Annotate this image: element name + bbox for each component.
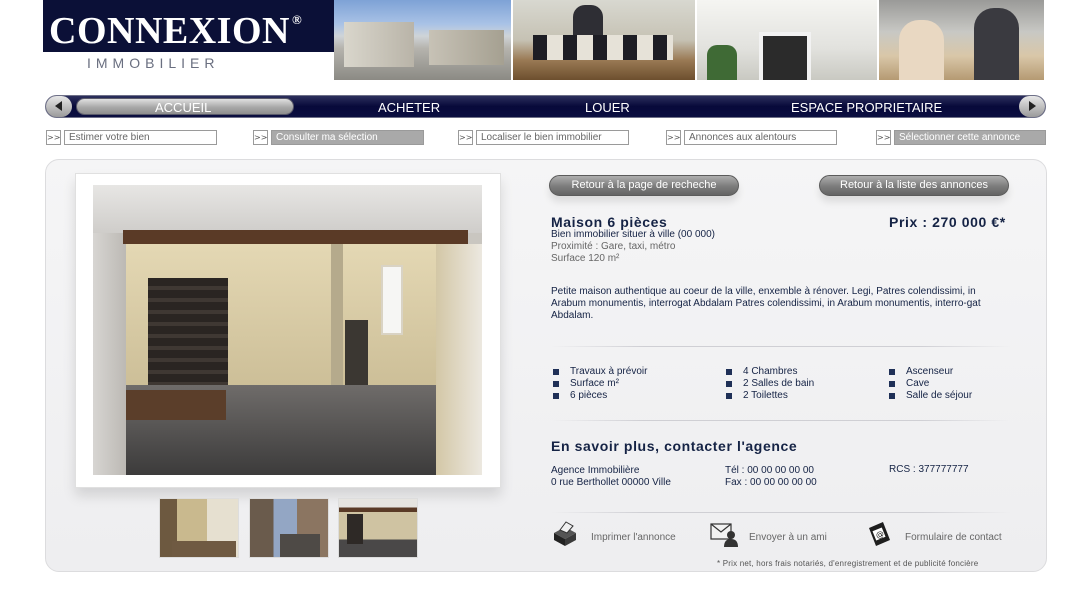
header-photo-city <box>334 0 513 80</box>
listing-surface: Surface 120 m² <box>551 253 620 264</box>
back-to-list-button[interactable]: Retour à la liste des annonces <box>819 175 1009 196</box>
listing-price: Prix : 270 000 €* <box>889 214 1006 230</box>
feature-item: 4 Chambres <box>724 366 797 377</box>
contact-form-label: Formulaire de contact <box>905 532 1002 543</box>
contact-form-button[interactable]: @ Formulaire de contact <box>865 520 1011 550</box>
listing-description: Petite maison authentique au coeur de la… <box>551 286 981 321</box>
sub-action-estimer[interactable]: >> Estimer votre bien <box>46 130 217 145</box>
header-photo-building <box>697 0 879 80</box>
page: CONNEXION ® IMMOBILIER ACCUEIL ACHETER LO… <box>0 0 1070 600</box>
feature-item: 6 pièces <box>551 390 607 401</box>
feature-item: Ascenseur <box>887 366 953 377</box>
feature-item: 2 Salles de bain <box>724 378 814 389</box>
agency-phone: Tél : 00 00 00 00 00 <box>725 465 814 476</box>
header-photo-strip <box>334 0 1046 80</box>
envelope-icon <box>710 523 738 547</box>
nav-item-acheter[interactable]: ACHETER <box>378 100 440 115</box>
nav-item-louer[interactable]: LOUER <box>585 100 630 115</box>
sub-action-localiser[interactable]: >> Localiser le bien immobilier <box>458 130 629 145</box>
sub-action-label: Localiser le bien immobilier <box>476 130 629 145</box>
logo-subtitle: IMMOBILIER <box>87 55 220 71</box>
header-photo-meeting <box>513 0 697 80</box>
agency-name: Agence Immobilière <box>551 465 640 476</box>
print-listing-label: Imprimer l'annonce <box>591 532 676 543</box>
logo-name: CONNEXION ® <box>49 9 302 53</box>
divider <box>551 420 1011 421</box>
double-chevron-icon: >> <box>46 130 61 145</box>
feature-item: Travaux à prévoir <box>551 366 647 377</box>
main-navigation: ACCUEIL ACHETER LOUER ESPACE PROPRIETAIR… <box>45 95 1046 118</box>
price-footnote: * Prix net, hors frais notariés, d'enreg… <box>717 559 979 568</box>
double-chevron-icon: >> <box>458 130 473 145</box>
double-chevron-icon: >> <box>666 130 681 145</box>
feature-item: 2 Toilettes <box>724 390 788 401</box>
sub-action-annonces-alentours[interactable]: >> Annonces aux alentours <box>666 130 837 145</box>
agency-address: 0 rue Berthollet 00000 Ville <box>551 477 671 488</box>
listing-proximity: Proximité : Gare, taxi, métro <box>551 241 676 252</box>
feature-item: Surface m² <box>551 378 619 389</box>
listing-title: Maison 6 pièces <box>551 214 668 230</box>
header-photo-team <box>879 0 1046 80</box>
divider <box>551 512 1011 513</box>
listing-location: Bien immobilier situer à ville (00 000) <box>551 229 715 240</box>
thumbnail-3[interactable] <box>338 498 418 558</box>
divider <box>551 346 1011 347</box>
nav-item-accueil[interactable]: ACCUEIL <box>155 100 211 115</box>
contact-title: En savoir plus, contacter l'agence <box>551 438 798 454</box>
sub-action-label: Consulter ma sélection <box>271 130 424 145</box>
arrow-left-icon[interactable] <box>46 96 72 117</box>
send-to-friend-button[interactable]: Envoyer à un ami <box>710 520 840 550</box>
printer-icon <box>554 521 576 546</box>
sub-action-label: Annonces aux alentours <box>684 130 837 145</box>
arrow-right-icon[interactable] <box>1019 96 1045 117</box>
double-chevron-icon: >> <box>253 130 268 145</box>
registered-mark: ® <box>291 12 303 27</box>
thumbnail-2[interactable] <box>249 498 329 558</box>
sub-action-consulter-selection[interactable]: >> Consulter ma sélection <box>253 130 424 145</box>
back-to-search-button[interactable]: Retour à la page de recheche <box>549 175 739 196</box>
nav-item-espace-proprietaire[interactable]: ESPACE PROPRIETAIRE <box>791 100 942 115</box>
contact-form-icon: @ <box>869 522 890 546</box>
agency-fax: Fax : 00 00 00 00 00 <box>725 477 817 488</box>
send-to-friend-label: Envoyer à un ami <box>749 532 827 543</box>
logo-wordmark: CONNEXION <box>49 10 290 52</box>
thumbnail-1[interactable] <box>159 498 239 558</box>
feature-item: Salle de séjour <box>887 390 972 401</box>
sub-action-label: Sélectionner cette annonce <box>894 130 1046 145</box>
sub-action-selectionner-annonce[interactable]: >> Sélectionner cette annonce <box>876 130 1047 145</box>
agency-rcs: RCS : 377777777 <box>889 464 969 475</box>
feature-item: Cave <box>887 378 929 389</box>
sub-action-label: Estimer votre bien <box>64 130 217 145</box>
main-property-photo[interactable] <box>93 185 482 475</box>
double-chevron-icon: >> <box>876 130 891 145</box>
brand-logo[interactable]: CONNEXION ® IMMOBILIER <box>43 0 334 78</box>
print-listing-button[interactable]: Imprimer l'annonce <box>551 520 686 550</box>
